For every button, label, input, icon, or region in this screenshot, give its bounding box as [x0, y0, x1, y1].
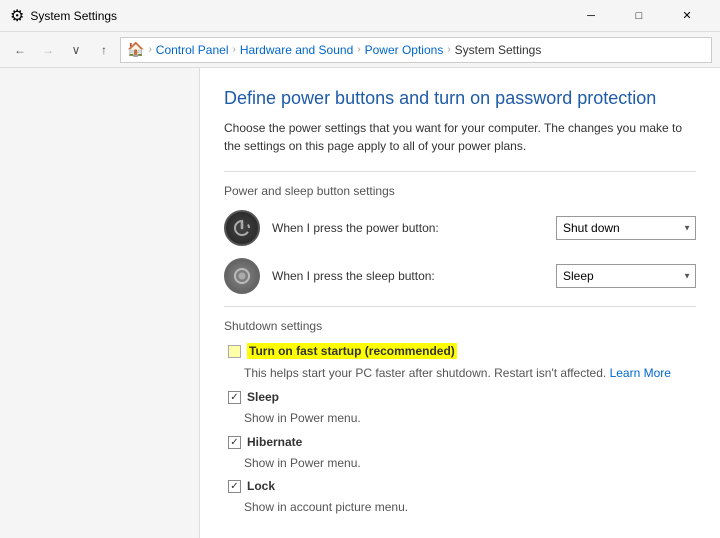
minimize-button[interactable]: ─ — [568, 4, 614, 28]
divider-2 — [224, 306, 696, 307]
sleep-setting-desc: Show in Power menu. — [224, 410, 696, 427]
nav-bar: ← → ∨ ↑ 🏠 › Control Panel › Hardware and… — [0, 32, 720, 68]
hibernate-setting-checkbox-wrapper[interactable]: Hibernate — [228, 435, 302, 449]
main-layout: Define power buttons and turn on passwor… — [0, 68, 720, 538]
fast-startup-checkbox-wrapper[interactable]: Turn on fast startup (recommended) — [228, 343, 457, 359]
close-button[interactable]: ✕ — [664, 4, 710, 28]
sleep-button-row: When I press the sleep button: Do nothin… — [224, 258, 696, 294]
breadcrumb-system-settings: System Settings — [455, 43, 542, 57]
title-bar-text: System Settings — [30, 9, 117, 23]
content-area: Define power buttons and turn on passwor… — [200, 68, 720, 538]
hibernate-setting-label: Hibernate — [247, 435, 302, 449]
sleep-svg-icon — [231, 265, 253, 287]
power-button-row: When I press the power button: Do nothin… — [224, 210, 696, 246]
power-button-icon — [224, 210, 260, 246]
breadcrumb-hardware-sound[interactable]: Hardware and Sound — [240, 43, 353, 57]
shutdown-section-label: Shutdown settings — [224, 319, 696, 333]
breadcrumb-control-panel[interactable]: Control Panel — [156, 43, 229, 57]
hibernate-setting-checkbox[interactable] — [228, 436, 241, 449]
dropdown-button[interactable]: ∨ — [64, 38, 88, 62]
sleep-setting-checkbox-wrapper[interactable]: Sleep — [228, 390, 279, 404]
app-icon: ⚙ — [10, 6, 24, 26]
breadcrumb-power-options[interactable]: Power Options — [365, 43, 444, 57]
lock-setting-label: Lock — [247, 479, 275, 493]
sleep-button-select[interactable]: Do nothing Sleep Hibernate Shut down — [563, 267, 689, 285]
page-title: Define power buttons and turn on passwor… — [224, 88, 696, 109]
sleep-setting-row: Sleep — [224, 390, 696, 404]
sleep-setting-checkbox[interactable] — [228, 391, 241, 404]
title-bar-controls: ─ □ ✕ — [568, 4, 710, 28]
lock-setting-checkbox[interactable] — [228, 480, 241, 493]
power-button-dropdown[interactable]: Do nothing Sleep Hibernate Shut down Tur… — [556, 216, 696, 240]
hibernate-setting-row: Hibernate — [224, 435, 696, 449]
fast-startup-desc: This helps start your PC faster after sh… — [224, 365, 696, 382]
hibernate-setting-desc: Show in Power menu. — [224, 455, 696, 472]
up-button[interactable]: ↑ — [92, 38, 116, 62]
forward-button[interactable]: → — [36, 38, 60, 62]
learn-more-link[interactable]: Learn More — [610, 366, 671, 380]
divider-1 — [224, 171, 696, 172]
maximize-button[interactable]: □ — [616, 4, 662, 28]
home-icon: 🏠 — [127, 41, 144, 58]
back-button[interactable]: ← — [8, 38, 32, 62]
title-bar: ⚙ System Settings ─ □ ✕ — [0, 0, 720, 32]
power-sleep-section-label: Power and sleep button settings — [224, 184, 696, 198]
breadcrumb: 🏠 › Control Panel › Hardware and Sound ›… — [120, 37, 712, 63]
fast-startup-label: Turn on fast startup (recommended) — [247, 343, 457, 359]
fast-startup-checkbox[interactable] — [228, 345, 241, 358]
sleep-button-label: When I press the sleep button: — [272, 269, 544, 283]
power-button-label: When I press the power button: — [272, 221, 544, 235]
sleep-button-icon — [224, 258, 260, 294]
power-svg-icon — [231, 217, 253, 239]
sidebar — [0, 68, 200, 538]
page-description: Choose the power settings that you want … — [224, 119, 696, 155]
fast-startup-row: Turn on fast startup (recommended) — [224, 343, 696, 359]
lock-setting-row: Lock — [224, 479, 696, 493]
lock-setting-checkbox-wrapper[interactable]: Lock — [228, 479, 275, 493]
power-button-select[interactable]: Do nothing Sleep Hibernate Shut down Tur… — [563, 219, 689, 237]
lock-setting-desc: Show in account picture menu. — [224, 499, 696, 516]
sleep-setting-label: Sleep — [247, 390, 279, 404]
sleep-button-dropdown[interactable]: Do nothing Sleep Hibernate Shut down ▼ — [556, 264, 696, 288]
